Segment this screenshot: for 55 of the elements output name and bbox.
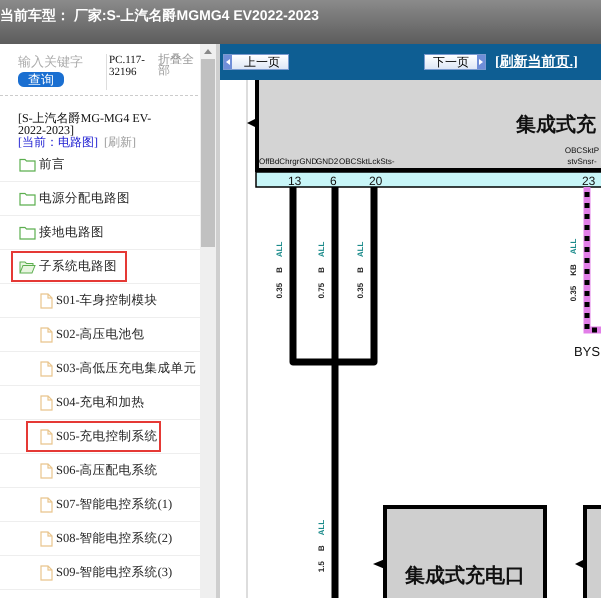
wire-label: 0.35 B ALL [356,242,365,298]
tree-item[interactable]: S05-充电控制系统 [26,421,161,452]
current-view-link[interactable]: [当前：电路图] [18,136,98,148]
component-title: 集成式充电口 [405,565,525,587]
document-icon [40,564,53,580]
pin-label: stvSnsr- [567,157,597,166]
wire-label: 1.5 B ALL [317,520,326,572]
scrollbar-thumb[interactable] [201,59,215,247]
pin-label: GND2 [316,157,338,166]
code-text: PC.117-32196 [106,54,158,90]
keyword-field[interactable]: 输入关键字 [18,54,104,70]
tree-item[interactable]: S08-智能电控系统(2) [26,523,176,554]
wire-end-label: BYS [574,344,600,359]
wire-label: 0.35 KB ALL [569,238,578,302]
tree-item[interactable]: S06-高压配电系统 [26,455,161,486]
tree-item[interactable]: S02-高压电池包 [26,319,148,350]
previous-page-button[interactable]: 上一页 [223,54,289,70]
tree-item[interactable]: 电源分配电路图 [11,183,140,214]
document-icon [40,530,53,546]
pin-number: 13 [288,174,302,188]
pin-number: 23 [582,174,596,188]
pin-number: 6 [330,174,337,188]
document-icon [40,394,53,410]
pin-label: OffBdChrgrGND [259,157,318,166]
document-icon [40,360,53,376]
scroll-up-icon[interactable] [204,49,212,54]
pin-number: 20 [369,174,382,188]
tree-item[interactable]: S07-智能电控系统(1) [26,489,176,520]
wire-label: 0.75 B ALL [317,242,326,298]
tree-item[interactable]: S01-车身控制模块 [26,285,161,316]
search-button[interactable]: 查询 [18,72,64,87]
document-icon [40,462,53,478]
tree-item[interactable]: 接地电路图 [11,217,114,248]
tree-item[interactable]: S09-智能电控系统(3) [26,557,176,588]
wire-label: 0.35 B ALL [275,242,284,298]
pin-label: OBCSktP [564,146,600,155]
folder-icon [19,226,36,240]
document-icon [40,428,53,444]
tree-item[interactable]: S04-充电和加热 [26,387,148,418]
open-folder-icon [19,260,36,274]
scrollbar[interactable] [200,44,216,598]
folder-icon [19,192,36,206]
vehicle-title: 当前车型： 厂家:S-上汽名爵MGMG4 EV2022-2023 [0,7,319,23]
next-page-button[interactable]: 下一页 [424,54,486,70]
tree-item[interactable]: 子系统电路图 [11,251,127,282]
document-icon [40,326,53,342]
document-icon [40,496,53,512]
component-title: 集成式充 [516,114,596,136]
pin-label: OBCSktLckSts- [339,157,395,166]
document-icon [40,292,53,308]
tree-item[interactable]: S03-高低压充电集成单元 [26,353,200,384]
folder-icon [19,158,36,172]
vehicle-model-text: [S-上汽名爵MG-MG4 EV-2022-2023] [18,112,152,136]
tree-item[interactable]: 前言 [11,149,75,180]
refresh-page-link[interactable]: [刷新当前页.] [495,52,578,72]
